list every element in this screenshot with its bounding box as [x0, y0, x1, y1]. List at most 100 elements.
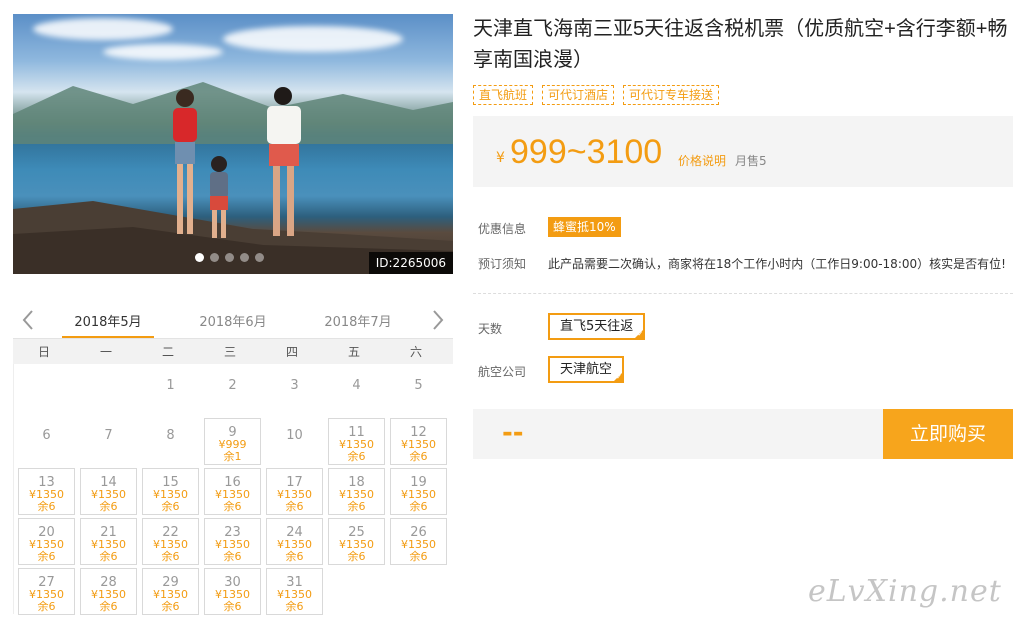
calendar-day: 8 [138, 414, 200, 464]
calendar-day-box[interactable]: 22 ¥1350 余6 [142, 518, 199, 565]
calendar-day-available[interactable]: 30 ¥1350 余6 [200, 564, 262, 615]
calendar-day-box[interactable]: 15 ¥1350 余6 [142, 468, 199, 515]
site-watermark: eLvXing.net [808, 574, 1002, 609]
calendar-day-available[interactable]: 12 ¥1350 余6 [386, 414, 448, 465]
calendar-day-stock: 余6 [223, 500, 242, 513]
price-range: 999~3100 [510, 133, 663, 171]
tag-car-transfer: 可代订专车接送 [623, 85, 720, 105]
feature-tags: 直飞航班 可代订酒店 可代订专车接送 [473, 85, 720, 105]
calendar-day-available[interactable]: 31 ¥1350 余6 [262, 564, 324, 615]
tag-direct-flight: 直飞航班 [473, 85, 534, 105]
calendar-day: 7 [76, 414, 138, 464]
calendar-day-box: 10 [266, 418, 323, 465]
calendar-day-available[interactable]: 24 ¥1350 余6 [262, 514, 324, 565]
price-calendar: 日 一 二 三 四 五 六 1 2 3 4 5 6 7 8 9 ¥999 余1 10 11 ¥1350 余6 12 ¥135… [13, 338, 453, 615]
calendar-day-stock: 余6 [409, 500, 428, 513]
calendar-day-available[interactable]: 15 ¥1350 余6 [138, 464, 200, 515]
calendar-day-available[interactable]: 29 ¥1350 余6 [138, 564, 200, 615]
calendar-day-box[interactable]: 23 ¥1350 余6 [204, 518, 261, 565]
calendar-day-box: 6 [18, 418, 75, 465]
slide-dot[interactable] [195, 253, 204, 262]
calendar-day-box[interactable]: 14 ¥1350 余6 [80, 468, 137, 515]
calendar-day-stock: 余6 [99, 500, 118, 513]
slide-dot[interactable] [255, 253, 264, 262]
calendar-day-available[interactable]: 19 ¥1350 余6 [386, 464, 448, 515]
chevron-right-icon[interactable] [427, 308, 447, 332]
calendar-day-stock: 余6 [161, 500, 180, 513]
slide-dot[interactable] [240, 253, 249, 262]
calendar-day-number: 6 [42, 428, 51, 443]
calendar-month-nav: 2018年5月 2018年6月 2018年7月 [13, 300, 453, 340]
calendar-day-available[interactable]: 16 ¥1350 余6 [200, 464, 262, 515]
checkmark-icon: ✓ [637, 330, 644, 338]
calendar-day-box: 2 [204, 368, 261, 415]
calendar-day-stock: 余6 [285, 500, 304, 513]
calendar-day-box[interactable]: 31 ¥1350 余6 [266, 568, 323, 615]
calendar-day-box[interactable]: 20 ¥1350 余6 [18, 518, 75, 565]
calendar-day-stock: 余6 [99, 600, 118, 613]
calendar-day-stock: 余6 [223, 600, 242, 613]
tab-month-june[interactable]: 2018年6月 [183, 311, 283, 330]
calendar-day-box: 1 [142, 368, 199, 415]
calendar-day-available[interactable]: 17 ¥1350 余6 [262, 464, 324, 515]
days-label: 天数 [478, 322, 503, 336]
slide-dot[interactable] [225, 253, 234, 262]
calendar-day-box[interactable]: 18 ¥1350 余6 [328, 468, 385, 515]
calendar-day-box[interactable]: 24 ¥1350 余6 [266, 518, 323, 565]
monthly-sales: 月售5 [735, 154, 767, 168]
calendar-day-number: 1 [166, 378, 175, 393]
calendar-day-box[interactable]: 28 ¥1350 余6 [80, 568, 137, 615]
selected-total-price: -- [502, 418, 524, 448]
calendar-day-box[interactable]: 11 ¥1350 余6 [328, 418, 385, 465]
days-option-selected[interactable]: 直飞5天往返 ✓ [548, 313, 646, 340]
calendar-day-available[interactable]: 28 ¥1350 余6 [76, 564, 138, 615]
tab-month-july[interactable]: 2018年7月 [308, 311, 408, 330]
buy-now-button[interactable]: 立即购买 [883, 409, 1013, 459]
calendar-day-available[interactable]: 11 ¥1350 余6 [324, 414, 386, 465]
airline-option-label: 天津航空 [560, 362, 613, 377]
product-id-badge: ID:2265006 [368, 252, 453, 274]
calendar-day-available[interactable]: 23 ¥1350 余6 [200, 514, 262, 565]
calendar-day-available[interactable]: 9 ¥999 余1 [200, 414, 262, 465]
calendar-day-box[interactable]: 29 ¥1350 余6 [142, 568, 199, 615]
calendar-day-available[interactable]: 21 ¥1350 余6 [76, 514, 138, 565]
calendar-day-box[interactable]: 26 ¥1350 余6 [390, 518, 447, 565]
calendar-day: 1 [138, 364, 200, 414]
price-explanation-link[interactable]: 价格说明 [678, 152, 726, 169]
calendar-day-stock: 余6 [285, 600, 304, 613]
calendar-day-box[interactable]: 30 ¥1350 余6 [204, 568, 261, 615]
tab-month-may[interactable]: 2018年5月 [58, 311, 158, 330]
calendar-day-box[interactable]: 27 ¥1350 余6 [18, 568, 75, 615]
calendar-day-stock: 余6 [409, 550, 428, 563]
calendar-day-available[interactable]: 14 ¥1350 余6 [76, 464, 138, 515]
calendar-day-box[interactable]: 21 ¥1350 余6 [80, 518, 137, 565]
calendar-day-box[interactable]: 12 ¥1350 余6 [390, 418, 447, 465]
calendar-day-box[interactable]: 16 ¥1350 余6 [204, 468, 261, 515]
calendar-day-box[interactable]: 19 ¥1350 余6 [390, 468, 447, 515]
calendar-day-available[interactable]: 27 ¥1350 余6 [14, 564, 76, 615]
calendar-day-available[interactable]: 20 ¥1350 余6 [14, 514, 76, 565]
calendar-day-number: 8 [166, 428, 175, 443]
calendar-day-stock: 余6 [99, 550, 118, 563]
calendar-day-box[interactable]: 13 ¥1350 余6 [18, 468, 75, 515]
calendar-day-available[interactable]: 26 ¥1350 余6 [386, 514, 448, 565]
calendar-day-available[interactable]: 22 ¥1350 余6 [138, 514, 200, 565]
calendar-day-box[interactable]: 9 ¥999 余1 [204, 418, 261, 465]
weekday-label: 二 [161, 345, 174, 359]
calendar-day-box: 4 [328, 368, 385, 415]
calendar-day: 3 [262, 364, 324, 414]
calendar-day-box[interactable]: 25 ¥1350 余6 [328, 518, 385, 565]
calendar-day-available[interactable]: 18 ¥1350 余6 [324, 464, 386, 515]
calendar-day-available[interactable]: 25 ¥1350 余6 [324, 514, 386, 565]
slide-dot[interactable] [210, 253, 219, 262]
calendar-day-stock: 余6 [347, 450, 366, 463]
calendar-weekday-header: 日一二三四五六 [13, 338, 453, 364]
section-divider [473, 293, 1013, 294]
airline-option-selected[interactable]: 天津航空 ✓ [548, 356, 625, 383]
airline-label: 航空公司 [478, 365, 527, 379]
calendar-day-box[interactable]: 17 ¥1350 余6 [266, 468, 323, 515]
price-panel: ¥ 999~3100 价格说明 月售5 [473, 116, 1013, 187]
calendar-day-box: 5 [390, 368, 447, 415]
calendar-day-available[interactable]: 13 ¥1350 余6 [14, 464, 76, 515]
chevron-left-icon[interactable] [19, 308, 39, 332]
